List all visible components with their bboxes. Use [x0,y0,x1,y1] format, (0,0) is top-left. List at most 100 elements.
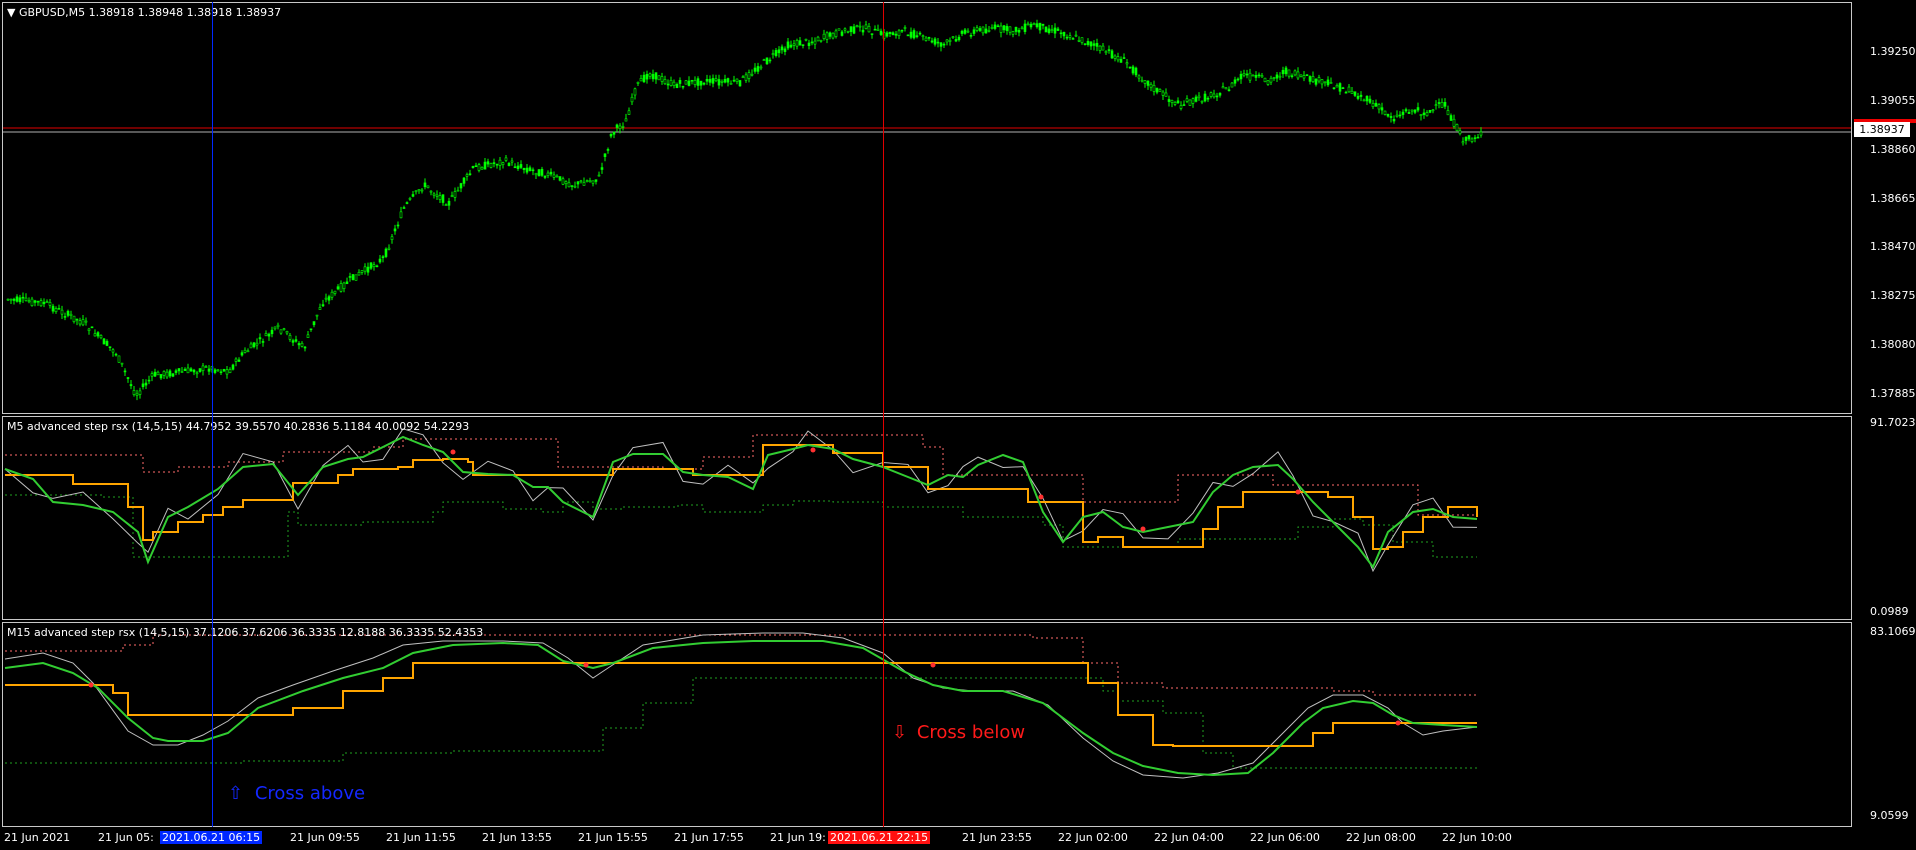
candle-body [204,366,208,368]
candle-body [1245,73,1249,76]
candle-body [396,224,400,227]
candle-body [1044,26,1048,33]
candle-body [891,32,895,36]
candle-body [1065,36,1069,39]
candle-body [1068,35,1072,38]
candle-body [336,286,340,290]
candle-body [219,371,223,374]
price-chart-canvas[interactable] [3,3,1852,414]
candle-body [342,282,346,289]
candle-body [528,167,532,171]
m5-rsx-canvas[interactable] [3,417,1852,620]
candle-body [1293,70,1297,76]
candle-body [1191,98,1195,104]
candle-body [1035,23,1039,28]
candle-body [102,338,106,345]
candle-body [564,181,568,184]
candle-body [234,358,238,362]
candle-body [249,343,253,349]
candle-body [573,185,577,188]
time-x-axis[interactable]: 21 Jun 2021 21 Jun 05: 2021.06.21 06:15 … [0,827,1916,850]
candle-body [1104,51,1108,54]
candle-body [933,38,937,45]
candle-body [207,368,211,372]
candle-body [771,53,775,55]
candle-body [903,27,907,29]
candle-body [591,180,595,184]
symbol-menu-icon[interactable]: ▼ [7,6,15,19]
candle-body [951,36,955,39]
candle-body [696,78,700,86]
candle-body [990,27,994,29]
candle-body [1302,75,1306,79]
m15-cross-dot [930,662,936,668]
candle-body [6,298,10,301]
candle-body [639,78,643,82]
candle-body [1368,98,1372,103]
candle-body [669,79,673,86]
candle-body [1233,79,1237,84]
candle-body [741,76,745,79]
candle-body [264,333,268,337]
candle-body [1116,56,1120,61]
candle-body [495,163,499,166]
candle-body [879,30,883,35]
candle-body [1428,109,1432,113]
candle-body [1095,42,1099,47]
red-vertical-line[interactable] [883,2,884,827]
candle-body [504,157,508,161]
m15-upper-band [5,634,1477,696]
candle-body [333,290,337,294]
candle-body [1125,62,1129,65]
candle-body [261,341,265,343]
price-y-axis[interactable]: 1.39250 1.39055 1.38860 1.38665 1.38470 … [1852,2,1916,414]
price-tick-label: 1.38275 [1870,289,1916,302]
candle-body [243,349,247,353]
candle-body [585,180,589,182]
candle-body [645,73,649,80]
blue-vertical-line[interactable] [212,2,213,827]
candle-body [288,334,292,340]
candle-body [1341,87,1345,89]
m5-rsx-indicator-pane[interactable]: M5 advanced step rsx (14,5,15) 44.7952 3… [2,416,1852,620]
candle-body [477,164,481,171]
candle-body [393,228,397,232]
candle-body [732,79,736,82]
candle-body [1260,75,1264,78]
candle-body [1206,97,1210,100]
candle-body [1155,87,1159,93]
candle-body [1077,40,1081,42]
candle-body [1359,94,1363,97]
candle-body [1275,74,1279,79]
candle-body [801,44,805,46]
candle-body [216,369,220,372]
candle-body [858,25,862,28]
candle-body [483,161,487,170]
candle-body [615,124,619,128]
candle-body [558,176,562,181]
candle-body [834,30,838,37]
candle-body [321,304,325,307]
candle-body [1143,80,1147,84]
candle-body [582,182,586,186]
candle-body [33,300,37,303]
candle-body [414,190,418,193]
m15-cross-dot [88,682,94,688]
candle-body [924,37,928,41]
price-chart-pane[interactable]: ▼ GBPUSD,M5 1.38918 1.38948 1.38918 1.38… [2,2,1852,414]
candle-body [90,326,94,329]
price-chart-title: ▼ GBPUSD,M5 1.38918 1.38948 1.38918 1.38… [7,6,281,19]
candle-body [1101,45,1105,51]
candle-body [1221,86,1225,89]
candle-body [1086,41,1090,45]
candle-body [1272,77,1276,79]
candle-body [936,41,940,44]
candle-body [411,194,415,197]
candle-body [1404,109,1408,112]
candle-body [1419,114,1423,116]
m5-rsx-raw-line [4,428,1478,573]
candle-body [1149,83,1153,88]
cross-above-text: Cross above [254,783,366,804]
candle-body [1437,102,1441,104]
candle-body [294,339,298,342]
